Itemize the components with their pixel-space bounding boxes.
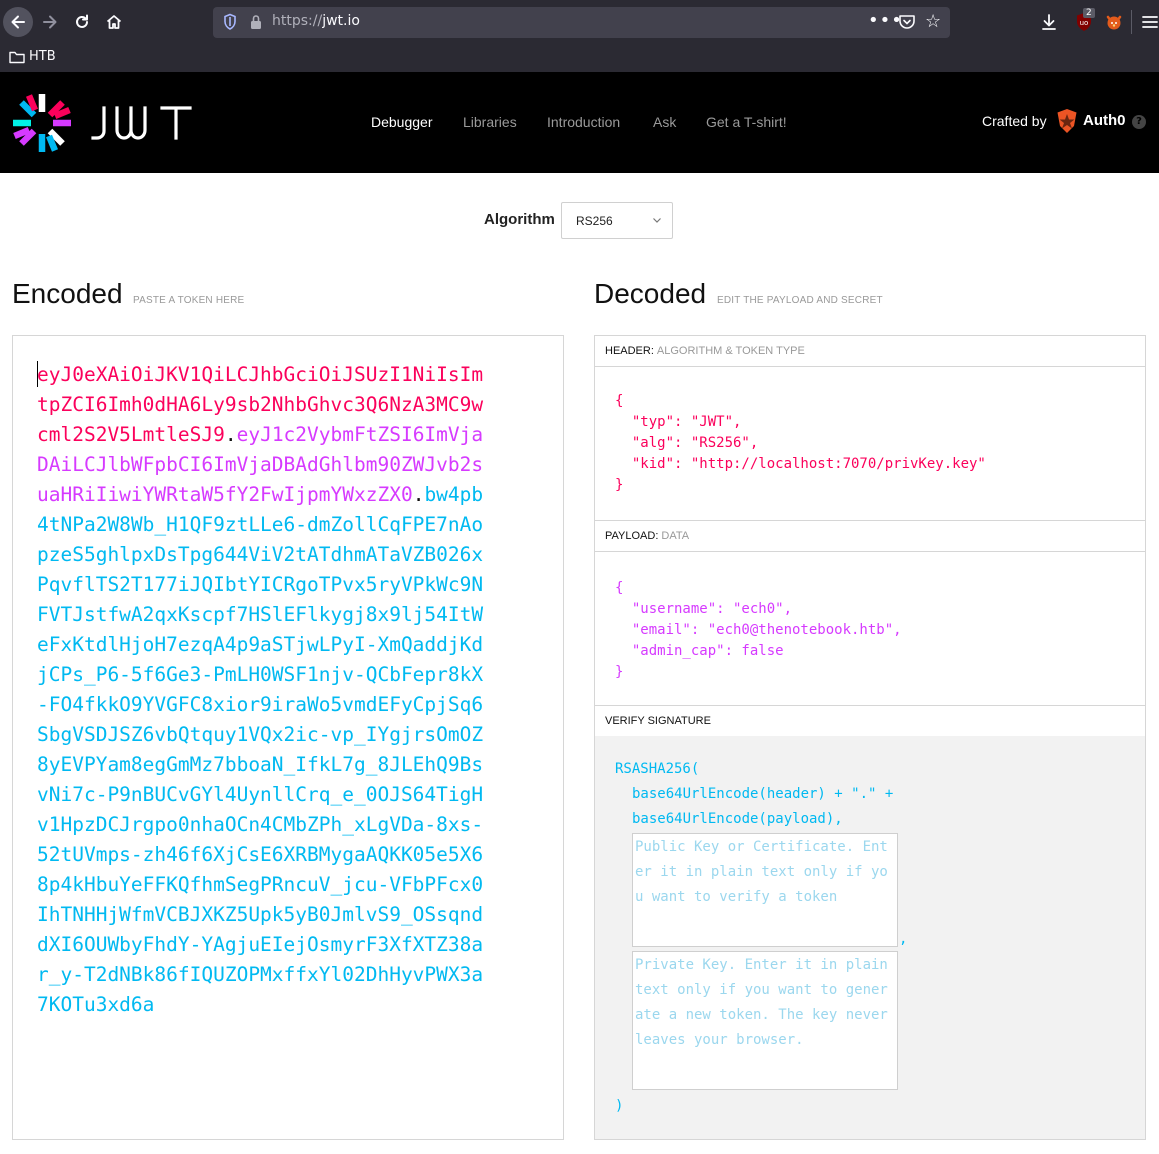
url-text[interactable]: https://jwt.io: [272, 13, 360, 29]
home-icon: [106, 15, 122, 29]
payload-section-sub: DATA: [661, 530, 690, 542]
payload-json-editor[interactable]: { "username": "ech0", "email": "ech0@the…: [595, 552, 1145, 706]
url-scheme: https://: [272, 13, 323, 29]
bookmark-star-icon[interactable]: ☆: [925, 11, 941, 32]
folder-icon: [9, 51, 25, 64]
tracking-shield-icon[interactable]: [223, 13, 237, 31]
algorithm-value: RS256: [576, 214, 613, 228]
nav-introduction[interactable]: Introduction: [547, 114, 620, 130]
algorithm-label: Algorithm: [484, 211, 555, 228]
verify-section-title: VERIFY SIGNATURE: [595, 706, 1145, 737]
private-key-input[interactable]: [632, 951, 898, 1090]
foxyproxy-extension-button[interactable]: [1103, 8, 1125, 36]
url-host: jwt.io: [322, 13, 360, 29]
verify-function: RSASHA256(: [615, 761, 700, 777]
site-header: Debugger Libraries Introduction Ask Get …: [0, 72, 1159, 173]
auth0-logo-icon[interactable]: [1055, 108, 1079, 134]
bookmark-folder-htb[interactable]: HTB: [29, 49, 56, 64]
reload-icon: [76, 14, 88, 28]
encoded-subheading: PASTE A TOKEN HERE: [133, 295, 245, 306]
json-line: "typ": "JWT",: [615, 414, 742, 430]
pocket-icon[interactable]: [898, 13, 916, 31]
jwt-wordmark: [91, 106, 192, 140]
json-line: {: [615, 580, 624, 596]
header-section-sub: ALGORITHM & TOKEN TYPE: [656, 345, 805, 357]
payload-section-label: PAYLOAD:: [605, 530, 659, 542]
forward-button[interactable]: [35, 7, 65, 37]
decoded-heading: Decoded: [594, 278, 707, 309]
header-json-editor[interactable]: { "typ": "JWT", "alg": "RS256", "kid": "…: [595, 367, 1145, 521]
fox-extension-icon: [1106, 15, 1122, 30]
encoded-token-text[interactable]: eyJ0eXAiOiJKV1QiLCJhbGciOiJSUzI1NiIsImtp…: [37, 360, 487, 1117]
decoded-subheading: EDIT THE PAYLOAD AND SECRET: [717, 295, 883, 306]
verify-header-expr: base64UrlEncode(header) + "." +: [632, 786, 894, 802]
verify-section-label: VERIFY SIGNATURE: [605, 715, 711, 727]
help-icon[interactable]: ?: [1132, 115, 1146, 129]
downloads-button[interactable]: [1038, 8, 1060, 36]
svg-text:uo: uo: [1080, 19, 1089, 27]
token-signature-part: bw4pb4tNPa2W8Wb_H1QF9ztLLe6-dmZollCqFPE7…: [37, 483, 484, 1016]
public-key-input[interactable]: [632, 833, 898, 947]
json-line: {: [615, 393, 624, 409]
reload-button[interactable]: [67, 7, 97, 37]
crafted-by-label: Crafted by: [982, 113, 1047, 129]
decoded-panel: HEADER: ALGORITHM & TOKEN TYPE { "typ": "…: [594, 335, 1146, 1140]
nav-ask[interactable]: Ask: [653, 114, 676, 130]
nav-debugger[interactable]: Debugger: [371, 114, 433, 130]
algorithm-select[interactable]: RS256: [561, 202, 673, 239]
header-section-title: HEADER: ALGORITHM & TOKEN TYPE: [595, 336, 1145, 367]
lock-icon[interactable]: [249, 13, 263, 31]
json-line: "alg": "RS256",: [615, 435, 759, 451]
json-line: "kid": "http://localhost:7070/privKey.ke…: [615, 456, 986, 472]
arrow-right-icon: [43, 15, 57, 29]
verify-signature-body: RSASHA256( base64UrlEncode(header) + "."…: [595, 736, 1145, 1139]
json-line: "admin_cap": false: [615, 643, 784, 659]
bookmarks-toolbar: HTB: [0, 44, 1159, 72]
json-line: "username": "ech0",: [615, 601, 793, 617]
url-bar[interactable]: https://jwt.io ••• ☆: [213, 7, 950, 38]
arrow-left-icon: [11, 15, 25, 29]
home-button[interactable]: [99, 7, 129, 37]
chevron-down-icon: [653, 218, 661, 223]
header-section-label: HEADER:: [605, 345, 654, 357]
ublock-badge: 2: [1083, 8, 1095, 18]
nav-libraries[interactable]: Libraries: [463, 114, 517, 130]
verify-payload-expr: base64UrlEncode(payload),: [632, 811, 843, 827]
token-dot: .: [224, 423, 237, 446]
app-menu-button[interactable]: [1140, 8, 1159, 36]
toolbar-separator: [1131, 10, 1132, 34]
jwt-logo-icon[interactable]: [11, 92, 73, 154]
json-line: }: [615, 664, 624, 680]
payload-section-title: PAYLOAD: DATA: [595, 521, 1145, 552]
json-line: }: [615, 477, 624, 493]
download-icon: [1042, 14, 1056, 30]
back-button[interactable]: [3, 7, 33, 37]
encoded-heading: Encoded: [12, 278, 123, 309]
hamburger-menu-icon: [1141, 16, 1158, 28]
verify-close-paren: ): [615, 1098, 624, 1114]
token-dot: .: [412, 483, 425, 506]
verify-comma: ,: [899, 931, 908, 947]
json-line: "email": "ech0@thenotebook.htb",: [615, 622, 902, 638]
nav-get-tshirt[interactable]: Get a T-shirt!: [706, 114, 787, 130]
browser-toolbar: https://jwt.io ••• ☆ uo 2: [0, 0, 1159, 44]
encoded-token-editor[interactable]: eyJ0eXAiOiJKV1QiLCJhbGciOiJSUzI1NiIsImtp…: [12, 335, 564, 1140]
auth0-wordmark[interactable]: Auth0: [1083, 112, 1126, 129]
